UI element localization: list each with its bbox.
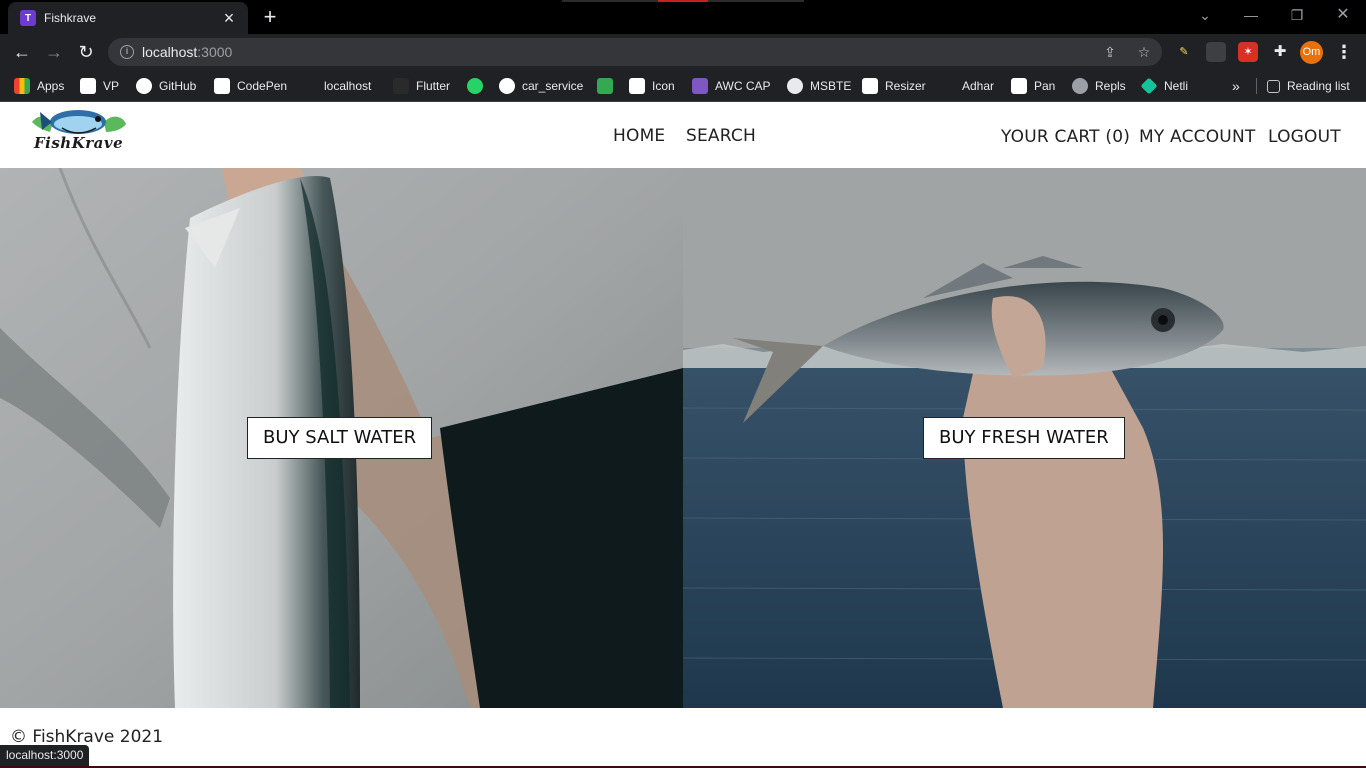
bookmarks-separator — [1256, 78, 1257, 94]
bookmark-whatsapp[interactable] — [467, 76, 483, 96]
bookmark-localhost[interactable]: localhost — [301, 76, 371, 96]
bookmark-adhar[interactable]: Adhar — [939, 76, 994, 96]
restore-icon[interactable]: ❐ — [1285, 5, 1309, 25]
bookmark-msbte[interactable]: MSBTE — [787, 76, 851, 96]
bookmark-github[interactable]: GitHub — [136, 76, 196, 96]
bookmark-car-service[interactable]: car_service — [499, 76, 583, 96]
red-extension-icon[interactable]: ✶ — [1238, 42, 1258, 62]
localhost-icon — [301, 78, 317, 94]
nsdl-icon — [1011, 78, 1027, 94]
bookmark-apps[interactable]: Apps — [14, 76, 64, 96]
grid-extension-icon[interactable] — [1206, 42, 1226, 62]
reading-list-label: Reading list — [1287, 79, 1350, 93]
bookmark-label: Repls — [1095, 79, 1126, 93]
bookmark-netli[interactable]: Netli — [1140, 76, 1189, 96]
vp-icon — [80, 78, 96, 94]
bookmark-icon[interactable]: Icon — [629, 76, 675, 96]
tab-strip: T Fishkrave × + ⌄ — ❐ ✕ — [0, 0, 1366, 34]
bookmark-label: car_service — [522, 79, 584, 93]
nav-search[interactable]: SEARCH — [686, 126, 756, 146]
icon-grid-icon — [629, 78, 645, 94]
bookmark-label: VP — [103, 79, 120, 93]
bookmark-green-app[interactable] — [597, 76, 613, 96]
pdf-icon — [862, 78, 878, 94]
nav-home[interactable]: HOME — [613, 126, 665, 146]
forward-icon[interactable]: → — [42, 40, 66, 64]
bookmark-repls[interactable]: Repls — [1072, 76, 1126, 96]
fishkrave-logo[interactable]: FishKrave — [26, 104, 130, 158]
address-bar[interactable]: i localhost:3000 ⇪ ☆ — [108, 38, 1162, 66]
tab-close-icon[interactable]: × — [220, 9, 238, 27]
reload-icon[interactable]: ↻ — [74, 40, 98, 64]
bookmark-label: Netli — [1164, 79, 1189, 93]
apps-grid-icon — [14, 78, 30, 94]
back-icon[interactable]: ← — [10, 40, 34, 64]
netlify-icon — [1140, 77, 1158, 95]
bookmarks-bar: » Reading list Apps VP GitHub CodePen localh… — [0, 70, 1366, 102]
bookmark-label: localhost — [324, 79, 372, 93]
site-footer: © FishKrave 2021 — [0, 708, 1366, 768]
github-icon — [499, 78, 515, 94]
buy-fresh-water-button[interactable]: BUY FRESH WATER — [923, 417, 1125, 459]
pen-extension-icon[interactable]: ✎ — [1174, 42, 1194, 62]
bookmark-label: GitHub — [159, 79, 197, 93]
tab-favicon-icon: T — [20, 10, 36, 26]
minimize-icon[interactable]: — — [1239, 5, 1263, 25]
site-info-icon[interactable]: i — [120, 45, 134, 59]
bookmark-awc-cap[interactable]: AWC CAP — [692, 76, 771, 96]
bookmark-codepen[interactable]: CodePen — [214, 76, 287, 96]
reading-list-icon — [1267, 79, 1280, 93]
bookmark-label: AWC CAP — [715, 79, 771, 93]
browser-menu-icon[interactable]: ⋮ — [1334, 40, 1354, 64]
msbte-icon — [787, 78, 803, 94]
nav-my-account[interactable]: MY ACCOUNT — [1139, 127, 1255, 147]
url-host: localhost — [142, 44, 198, 60]
tab-title: Fishkrave — [44, 11, 97, 25]
bookmark-label: MSBTE — [810, 79, 852, 93]
logo-text: FishKrave — [34, 134, 124, 152]
bookmark-label: CodePen — [237, 79, 288, 93]
adhar-icon — [939, 78, 955, 94]
bookmark-label: Adhar — [962, 79, 995, 93]
green-app-icon — [597, 78, 613, 94]
bookmark-pan[interactable]: Pan — [1011, 76, 1055, 96]
nav-logout[interactable]: LOGOUT — [1268, 127, 1341, 147]
reading-list[interactable]: Reading list — [1267, 76, 1350, 96]
window-close-icon[interactable]: ✕ — [1331, 5, 1355, 25]
top-indicator-accent — [658, 0, 708, 2]
site-header: FishKrave HOME SEARCH YOUR CART (0) MY A… — [0, 103, 1366, 168]
buy-salt-water-button[interactable]: BUY SALT WATER — [247, 417, 433, 459]
bookmark-star-icon[interactable]: ☆ — [1135, 43, 1153, 61]
bookmark-label: Pan — [1034, 79, 1056, 93]
replit-icon — [1072, 78, 1088, 94]
codepen-icon — [214, 78, 230, 94]
bookmark-label: Apps — [37, 79, 65, 93]
whatsapp-icon — [467, 78, 483, 94]
bookmark-label: Flutter — [416, 79, 451, 93]
new-tab-icon[interactable]: + — [258, 6, 282, 30]
extensions-puzzle-icon[interactable]: ✚ — [1270, 42, 1290, 62]
flutter-icon — [393, 78, 409, 94]
browser-toolbar: ← → ↻ i localhost:3000 ⇪ ☆ ✎ ✶ ✚ Om ⋮ — [0, 34, 1366, 70]
awc-icon — [692, 78, 708, 94]
salt-water-panel[interactable]: BUY SALT WATER — [0, 168, 683, 708]
bookmark-flutter[interactable]: Flutter — [393, 76, 450, 96]
url-port: :3000 — [197, 44, 233, 60]
bookmark-label: Resizer — [885, 79, 926, 93]
bookmark-resizer[interactable]: Resizer — [862, 76, 926, 96]
github-icon — [136, 78, 152, 94]
active-tab[interactable]: T Fishkrave × — [8, 2, 248, 34]
copyright-text: © FishKrave 2021 — [10, 727, 164, 747]
fresh-water-panel[interactable]: BUY FRESH WATER — [683, 168, 1366, 708]
profile-avatar[interactable]: Om — [1300, 41, 1323, 64]
more-bookmarks-icon[interactable]: » — [1232, 76, 1240, 96]
bookmark-vp[interactable]: VP — [80, 76, 119, 96]
share-icon[interactable]: ⇪ — [1101, 43, 1119, 61]
nav-cart[interactable]: YOUR CART (0) — [1001, 127, 1130, 147]
tab-search-chevron-icon[interactable]: ⌄ — [1193, 5, 1217, 25]
status-url-bubble: localhost:3000 — [0, 745, 90, 766]
bookmark-label: Icon — [652, 79, 675, 93]
